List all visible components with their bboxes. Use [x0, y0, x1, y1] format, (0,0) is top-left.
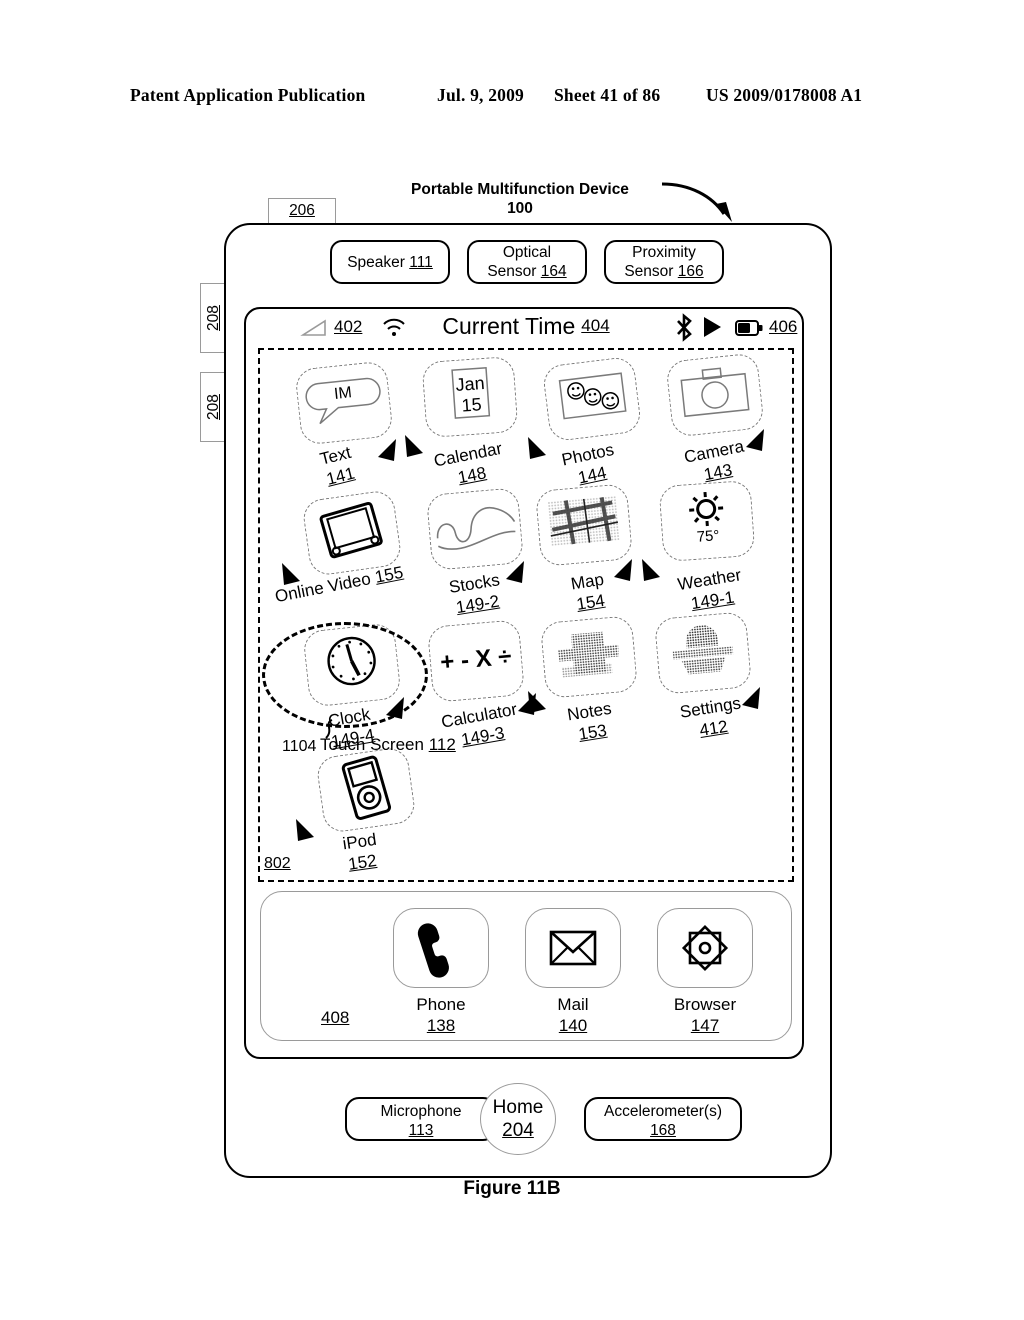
dock-tray: Phone 138 Mail 140 Browser 147 408: [260, 891, 792, 1041]
app-icon-settings[interactable]: [653, 611, 753, 695]
ipod-icon: [341, 755, 392, 820]
pointer-map: [614, 559, 632, 581]
label-206: 206: [268, 198, 336, 224]
device-title: Portable Multifunction Device 100: [330, 180, 710, 218]
publication-date: Jul. 9, 2009: [437, 85, 524, 105]
pointer-text: [378, 439, 396, 461]
dock-label-browser: Browser 147: [673, 995, 737, 1035]
sheet-number: Sheet 41 of 86: [554, 85, 661, 105]
svg-text:75°: 75°: [696, 527, 720, 546]
battery-icon: [735, 320, 763, 336]
notes-icon: [558, 631, 620, 678]
status-bar-ref-406: 406: [769, 317, 798, 336]
svg-text:IM: IM: [333, 384, 352, 403]
pointer-calendar: [405, 435, 423, 457]
current-time-label: Current Time 404: [442, 313, 610, 339]
proximity-sensor-pill: Proximity Sensor 166: [604, 240, 724, 284]
compass-star-icon: [681, 924, 729, 972]
status-bar: 402 Current Time 404 406: [246, 309, 806, 345]
dock-ref-408: 408: [321, 1008, 350, 1027]
svg-text:+ - X ÷: + - X ÷: [439, 643, 512, 676]
pointer-stocks: [506, 561, 524, 583]
svg-text:Jan: Jan: [455, 373, 485, 395]
calendar-icon: Jan 15: [451, 367, 491, 419]
leader-squiggle-1104: [325, 719, 333, 739]
pointer-camera: [746, 429, 764, 451]
selection-ellipse-1104: [262, 622, 428, 728]
pointer-weather: [642, 559, 660, 581]
app-icon-text[interactable]: IM: [294, 360, 394, 446]
camera-icon: [680, 367, 750, 418]
home-screen-region-ref: 802: [264, 855, 291, 872]
pointer-settings: [742, 687, 760, 709]
dock-icon-mail[interactable]: [525, 908, 621, 988]
pointer-ipod: [296, 819, 314, 841]
app-icon-calculator[interactable]: + - X ÷: [426, 619, 526, 703]
app-icon-notes[interactable]: [539, 615, 639, 699]
dock-icon-browser[interactable]: [657, 908, 753, 988]
pointer-online-video: [282, 563, 300, 585]
calculator-icon: + - X ÷: [439, 643, 512, 676]
label-1104: 1104: [282, 738, 317, 755]
map-icon: [547, 496, 620, 546]
dock-icon-phone[interactable]: [393, 908, 489, 988]
accelerometer-pill: Accelerometer(s) 168: [584, 1097, 742, 1141]
app-icon-weather[interactable]: 75°: [658, 479, 756, 563]
settings-icon: [672, 625, 734, 675]
envelope-icon: [549, 930, 597, 966]
dock-label-mail: Mail 140: [557, 995, 589, 1035]
weather-sun-icon: 75°: [689, 491, 724, 546]
label-208-bottom: 208: [200, 372, 226, 442]
app-icon-camera[interactable]: [665, 352, 765, 438]
speaker-pill: Speaker 111: [330, 240, 450, 284]
app-icon-map[interactable]: [534, 483, 634, 567]
im-speech-bubble-icon: IM: [305, 377, 381, 425]
photos-smileys-icon: [558, 372, 627, 420]
app-icon-photos[interactable]: [541, 355, 643, 443]
device-title-ref: 100: [507, 200, 533, 217]
play-icon: [704, 317, 721, 337]
dock-label-phone: Phone 138: [416, 995, 466, 1035]
device-title-line1: Portable Multifunction Device: [411, 181, 629, 198]
label-208-top: 208: [200, 283, 226, 353]
optical-sensor-pill: Optical Sensor 164: [467, 240, 587, 284]
figure-caption: Figure 11B: [463, 1178, 561, 1199]
phone-handset-icon: [417, 923, 449, 978]
app-icon-calendar[interactable]: Jan 15: [421, 355, 519, 439]
device-callout-arrow: [661, 182, 732, 222]
app-icon-ipod[interactable]: [315, 745, 417, 835]
pointer-photos: [528, 437, 546, 459]
microphone-pill: Microphone 113: [345, 1097, 497, 1141]
patent-number: US 2009/0178008 A1: [706, 85, 863, 105]
svg-text:15: 15: [461, 394, 482, 415]
touch-screen-label: Touch Screen 112: [320, 735, 456, 754]
home-button[interactable]: Home 204: [480, 1083, 556, 1155]
pointer-notes: [528, 691, 546, 713]
bluetooth-icon: [677, 313, 692, 342]
publication-label: Patent Application Publication: [130, 85, 366, 105]
